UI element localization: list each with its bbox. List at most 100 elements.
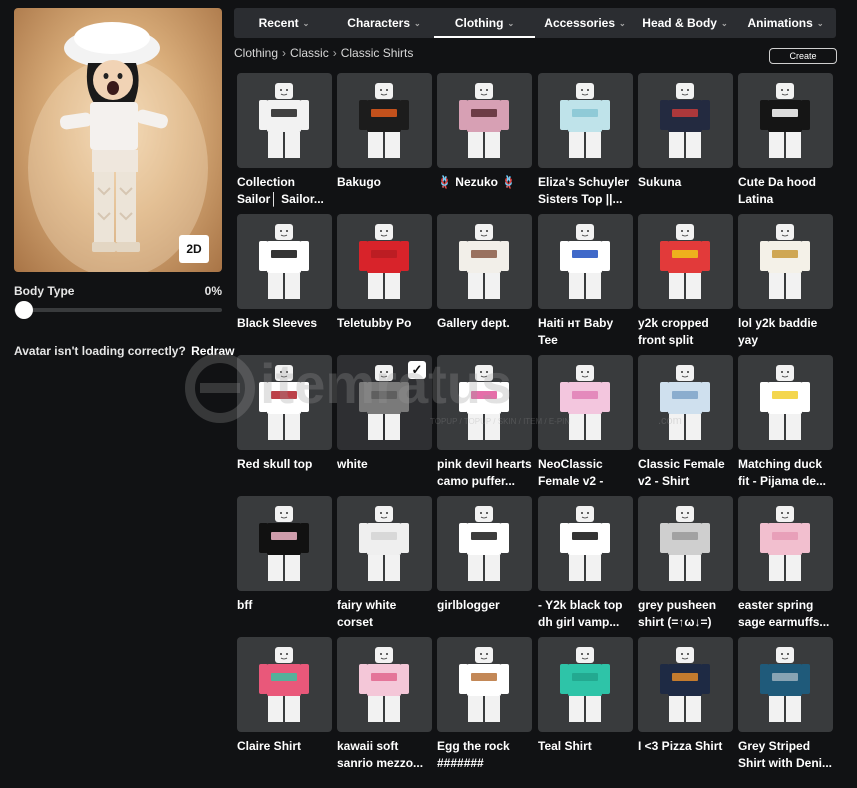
item-card[interactable]: Sukuna (638, 73, 733, 208)
tab-recent[interactable]: Recent ⌄ (234, 8, 334, 38)
shirt-preview (259, 224, 309, 299)
breadcrumb-item[interactable]: Classic (290, 46, 329, 60)
item-thumbnail (437, 73, 532, 168)
item-card[interactable]: 🪢 Nezuko 🪢 (437, 73, 532, 208)
item-thumbnail (638, 73, 733, 168)
item-name: Eliza's Schuyler Sisters Top ||... (538, 175, 629, 206)
tab-clothing[interactable]: Clothing ⌄ (434, 8, 535, 38)
item-thumbnail (738, 355, 833, 450)
tab-label: Head & Body (642, 16, 717, 30)
item-card[interactable]: pink devil hearts camo puffer... (437, 355, 532, 490)
item-name: y2k cropped front split (638, 316, 709, 347)
item-thumbnail (538, 637, 633, 732)
shirt-preview (459, 647, 509, 722)
shirt-preview (560, 647, 610, 722)
item-card[interactable]: Cute Da hood Latina Croptop... (738, 73, 833, 208)
item-name: lol y2k baddie yay (738, 316, 818, 347)
item-card[interactable]: bff (237, 496, 332, 631)
item-card[interactable]: y2k cropped front split (638, 214, 733, 349)
item-card[interactable]: Collection Sailor│ Sailor... (237, 73, 332, 208)
tab-accessories[interactable]: Accessories ⌄ (535, 8, 635, 38)
shirt-preview (560, 83, 610, 158)
item-thumbnail (738, 496, 833, 591)
body-type-label: Body Type (14, 284, 75, 298)
tab-characters[interactable]: Characters ⌄ (334, 8, 434, 38)
item-name: easter spring sage earmuffs... (738, 598, 830, 629)
item-card[interactable]: grey pusheen shirt (=↑ω↓=) (638, 496, 733, 631)
item-card[interactable]: Teletubby Po (337, 214, 432, 349)
item-name: kawaii soft sanrio mezzo... (337, 739, 424, 770)
item-card[interactable]: Eliza's Schuyler Sisters Top ||... (538, 73, 633, 208)
item-name: girlblogger (437, 598, 500, 612)
avatar-preview[interactable]: 2D (14, 8, 222, 272)
item-thumbnail (738, 73, 833, 168)
item-name: Teletubby Po (337, 316, 412, 330)
shirt-preview (459, 506, 509, 581)
tab-label: Clothing (454, 16, 504, 30)
item-name: white (337, 457, 368, 471)
item-card[interactable]: kawaii soft sanrio mezzo... (337, 637, 432, 772)
shirt-preview (259, 83, 309, 158)
redraw-link[interactable]: Redraw (191, 344, 234, 358)
item-name: Haiti ʜᴛ Baby Tee Y2k Crop Top (538, 316, 614, 347)
create-button[interactable]: Create (769, 48, 837, 64)
item-card[interactable]: I <3 Pizza Shirt (638, 637, 733, 772)
item-card[interactable]: Bakugo (337, 73, 432, 208)
item-card[interactable]: Red skull top (237, 355, 332, 490)
item-name: Bakugo (337, 175, 382, 189)
item-card[interactable]: Black Sleeves (237, 214, 332, 349)
item-card[interactable]: Grey Striped Shirt with Deni... (738, 637, 833, 772)
item-thumbnail (638, 355, 733, 450)
item-thumbnail (437, 214, 532, 309)
chevron-right-icon: › (282, 46, 287, 60)
breadcrumb: Clothing › Classic › Classic Shirts (234, 46, 413, 60)
shirt-preview (660, 224, 710, 299)
toggle-2d-button[interactable]: 2D (179, 235, 209, 263)
item-card[interactable]: Gallery dept. (437, 214, 532, 349)
chevron-right-icon: › (332, 46, 337, 60)
item-name: 🪢 Nezuko 🪢 (437, 175, 517, 189)
tab-head-body[interactable]: Head & Body ⌄ (635, 8, 735, 38)
shirt-preview (359, 506, 409, 581)
item-card[interactable]: Classic Female v2 - Shirt (638, 355, 733, 490)
item-card[interactable]: fairy white corset (337, 496, 432, 631)
shirt-preview (459, 365, 509, 440)
item-card[interactable]: - Y2k black top dh girl vamp... (538, 496, 633, 631)
item-card[interactable]: Haiti ʜᴛ Baby Tee Y2k Crop Top (538, 214, 633, 349)
item-thumbnail (738, 637, 833, 732)
item-thumbnail (337, 214, 432, 309)
item-thumbnail (237, 496, 332, 591)
item-card[interactable]: Matching duck fit - Pijama de... (738, 355, 833, 490)
body-type-slider-track[interactable] (14, 308, 222, 312)
item-card[interactable]: lol y2k baddie yay (738, 214, 833, 349)
item-card[interactable]: NeoClassic Female v2 - Shirt (538, 355, 633, 490)
body-type-slider-thumb[interactable] (15, 301, 33, 319)
selected-check-icon: ✓ (408, 361, 426, 379)
item-card[interactable]: ✓ white (337, 355, 432, 490)
item-card[interactable]: girlblogger (437, 496, 532, 631)
item-name: Grey Striped Shirt with Deni... (738, 739, 833, 770)
item-name: Black Sleeves (237, 316, 318, 330)
item-thumbnail (337, 73, 432, 168)
item-card[interactable]: Claire Shirt (237, 637, 332, 772)
item-thumbnail (538, 496, 633, 591)
item-name: Classic Female v2 - Shirt (638, 457, 725, 488)
chevron-down-icon: ⌄ (720, 18, 728, 28)
breadcrumb-item[interactable]: Clothing (234, 46, 278, 60)
item-card[interactable]: Teal Shirt (538, 637, 633, 772)
tab-animations[interactable]: Animations ⌄ (735, 8, 836, 38)
item-name: Egg the rock ####### (437, 739, 510, 770)
item-card[interactable]: Egg the rock ####### (437, 637, 532, 772)
item-thumbnail (237, 214, 332, 309)
item-name: Collection Sailor│ Sailor... (237, 175, 324, 206)
shirt-preview (660, 647, 710, 722)
item-thumbnail (337, 637, 432, 732)
item-card[interactable]: easter spring sage earmuffs... (738, 496, 833, 631)
item-name: Matching duck fit - Pijama de... (738, 457, 827, 488)
item-thumbnail (738, 214, 833, 309)
item-thumbnail (437, 637, 532, 732)
shirt-preview (459, 224, 509, 299)
item-thumbnail (538, 214, 633, 309)
shirt-preview (259, 647, 309, 722)
item-thumbnail (638, 214, 733, 309)
